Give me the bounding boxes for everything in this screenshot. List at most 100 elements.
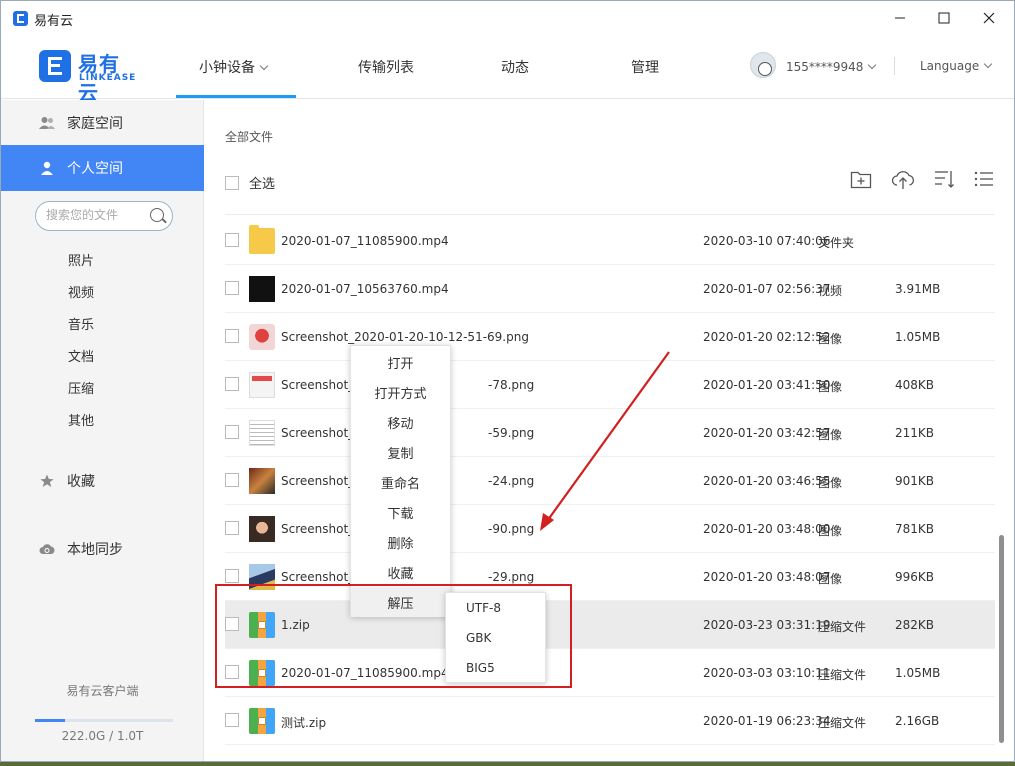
chevron-down-icon bbox=[983, 59, 993, 69]
storage-quota-bar bbox=[35, 719, 173, 722]
row-checkbox[interactable] bbox=[225, 233, 239, 247]
menu-item-copy[interactable]: 复制 bbox=[351, 437, 450, 467]
user-account-menu[interactable]: 155****9948 bbox=[786, 60, 877, 74]
language-label: Language bbox=[920, 59, 980, 73]
file-type: 压缩文件 bbox=[818, 620, 867, 634]
row-checkbox[interactable] bbox=[225, 425, 239, 439]
storage-quota-fill bbox=[35, 719, 65, 722]
sidebar-item-family-space[interactable]: 家庭空间 bbox=[1, 100, 204, 146]
app-logo-icon bbox=[13, 11, 28, 26]
search-input[interactable] bbox=[46, 208, 146, 222]
file-name-tail: -24.png bbox=[488, 474, 535, 488]
sidebar-item-videos[interactable]: 视频 bbox=[68, 282, 94, 301]
active-tab-indicator bbox=[176, 95, 296, 98]
sidebar-item-documents[interactable]: 文档 bbox=[68, 346, 94, 365]
breadcrumb[interactable]: 全部文件 bbox=[225, 128, 273, 145]
brand-mark-icon bbox=[39, 50, 71, 82]
sidebar-item-other[interactable]: 其他 bbox=[68, 410, 94, 429]
sidebar-item-favorites[interactable]: 收藏 bbox=[1, 458, 204, 504]
language-menu[interactable]: Language bbox=[920, 59, 993, 73]
menu-item-favorite[interactable]: 收藏 bbox=[351, 557, 450, 587]
file-size: 901KB bbox=[895, 474, 935, 488]
file-date: 2020-01-20 03:48:07 bbox=[703, 570, 831, 584]
search-icon[interactable] bbox=[150, 208, 164, 222]
video-thumbnail bbox=[249, 276, 275, 302]
window-title: 易有云 bbox=[34, 14, 74, 29]
chevron-down-icon bbox=[259, 61, 269, 71]
file-size: 282KB bbox=[895, 618, 935, 632]
table-row[interactable]: 测试.zip 2020-01-19 06:23:34 压缩文件 2.16GB bbox=[225, 697, 995, 745]
list-view-icon bbox=[974, 171, 993, 187]
file-search-box bbox=[35, 201, 173, 231]
maximize-button[interactable] bbox=[921, 1, 967, 35]
row-checkbox[interactable] bbox=[225, 473, 239, 487]
file-size: 2.16GB bbox=[895, 714, 940, 728]
file-type: 图像 bbox=[818, 332, 843, 346]
sidebar-item-label: 个人空间 bbox=[67, 161, 123, 177]
menu-item-open[interactable]: 打开 bbox=[351, 347, 450, 377]
tab-activity-label: 动态 bbox=[501, 60, 529, 76]
file-name: Screenshot_2020-01-20-10-12-51-69.png bbox=[281, 330, 529, 344]
scrollbar-thumb[interactable] bbox=[999, 535, 1004, 743]
menu-item-rename[interactable]: 重命名 bbox=[351, 467, 450, 497]
file-name-tail: -78.png bbox=[488, 378, 535, 392]
file-size: 1.05MB bbox=[895, 330, 941, 344]
avatar[interactable] bbox=[750, 52, 776, 78]
select-all-label: 全选 bbox=[249, 177, 276, 192]
row-checkbox[interactable] bbox=[225, 377, 239, 391]
table-row[interactable]: 2020-01-07_11085900.mp4 2020-03-10 07:40… bbox=[225, 217, 995, 265]
file-size: 3.91MB bbox=[895, 282, 941, 296]
tab-transfer-list[interactable]: 传输列表 bbox=[358, 57, 414, 77]
storage-quota-text: 222.0G / 1.0T bbox=[61, 729, 144, 743]
image-thumbnail bbox=[249, 516, 275, 542]
upload-button[interactable] bbox=[891, 168, 915, 190]
file-name: 2020-01-07_11085900.mp4 bbox=[281, 234, 449, 248]
tab-manage[interactable]: 管理 bbox=[631, 57, 659, 77]
select-all[interactable]: 全选 bbox=[225, 173, 275, 192]
select-all-checkbox[interactable] bbox=[225, 175, 239, 190]
app-window: 易有云 易有云 LINKEASE 小钟设备 传输列表 动态 管理 155****… bbox=[0, 0, 1015, 762]
sidebar-item-label: 收藏 bbox=[67, 474, 95, 490]
sidebar-item-personal-space[interactable]: 个人空间 bbox=[1, 145, 204, 191]
sidebar: 家庭空间 个人空间 照片 视频 音乐 文档 压缩 其他 收藏 本地同步 bbox=[1, 100, 204, 761]
row-checkbox[interactable] bbox=[225, 521, 239, 535]
menu-item-move[interactable]: 移动 bbox=[351, 407, 450, 437]
list-view-button[interactable] bbox=[973, 168, 995, 190]
minimize-icon bbox=[895, 17, 905, 19]
row-checkbox[interactable] bbox=[225, 329, 239, 343]
file-date: 2020-01-19 06:23:34 bbox=[703, 714, 831, 728]
file-date: 2020-01-20 03:48:00 bbox=[703, 522, 831, 536]
menu-item-download[interactable]: 下载 bbox=[351, 497, 450, 527]
zip-file-icon bbox=[249, 708, 275, 734]
file-type: 图像 bbox=[818, 524, 843, 538]
sidebar-item-local-sync[interactable]: 本地同步 bbox=[1, 526, 204, 572]
sidebar-item-label: 本地同步 bbox=[67, 542, 123, 558]
user-phone-label: 155****9948 bbox=[786, 60, 864, 74]
file-date: 2020-03-10 07:40:06 bbox=[703, 234, 831, 248]
menu-item-delete[interactable]: 删除 bbox=[351, 527, 450, 557]
new-folder-button[interactable] bbox=[850, 168, 872, 190]
sidebar-item-music[interactable]: 音乐 bbox=[68, 314, 94, 333]
minimize-button[interactable] bbox=[877, 1, 923, 35]
row-checkbox[interactable] bbox=[225, 281, 239, 295]
row-checkbox[interactable] bbox=[225, 569, 239, 583]
row-checkbox[interactable] bbox=[225, 713, 239, 727]
annotation-highlight-box bbox=[215, 584, 572, 688]
sidebar-item-photos[interactable]: 照片 bbox=[68, 250, 94, 269]
tab-device-label: 小钟设备 bbox=[199, 60, 255, 76]
menu-item-open-with[interactable]: 打开方式 bbox=[351, 377, 450, 407]
list-divider bbox=[225, 214, 995, 215]
file-size: 996KB bbox=[895, 570, 935, 584]
tab-device[interactable]: 小钟设备 bbox=[199, 57, 269, 77]
file-type: 文件夹 bbox=[818, 236, 855, 250]
file-name-tail: -59.png bbox=[488, 426, 535, 440]
sort-button[interactable] bbox=[933, 168, 955, 190]
brand-subtitle: LINKEASE bbox=[79, 73, 137, 83]
table-row[interactable]: 2020-01-07_10563760.mp4 2020-01-07 02:56… bbox=[225, 265, 995, 313]
file-size: 1.05MB bbox=[895, 666, 941, 680]
close-button[interactable] bbox=[966, 1, 1012, 35]
header-divider bbox=[894, 57, 895, 75]
sidebar-item-archives[interactable]: 压缩 bbox=[68, 378, 94, 397]
file-date: 2020-01-20 02:12:52 bbox=[703, 330, 831, 344]
tab-activity[interactable]: 动态 bbox=[501, 57, 529, 77]
